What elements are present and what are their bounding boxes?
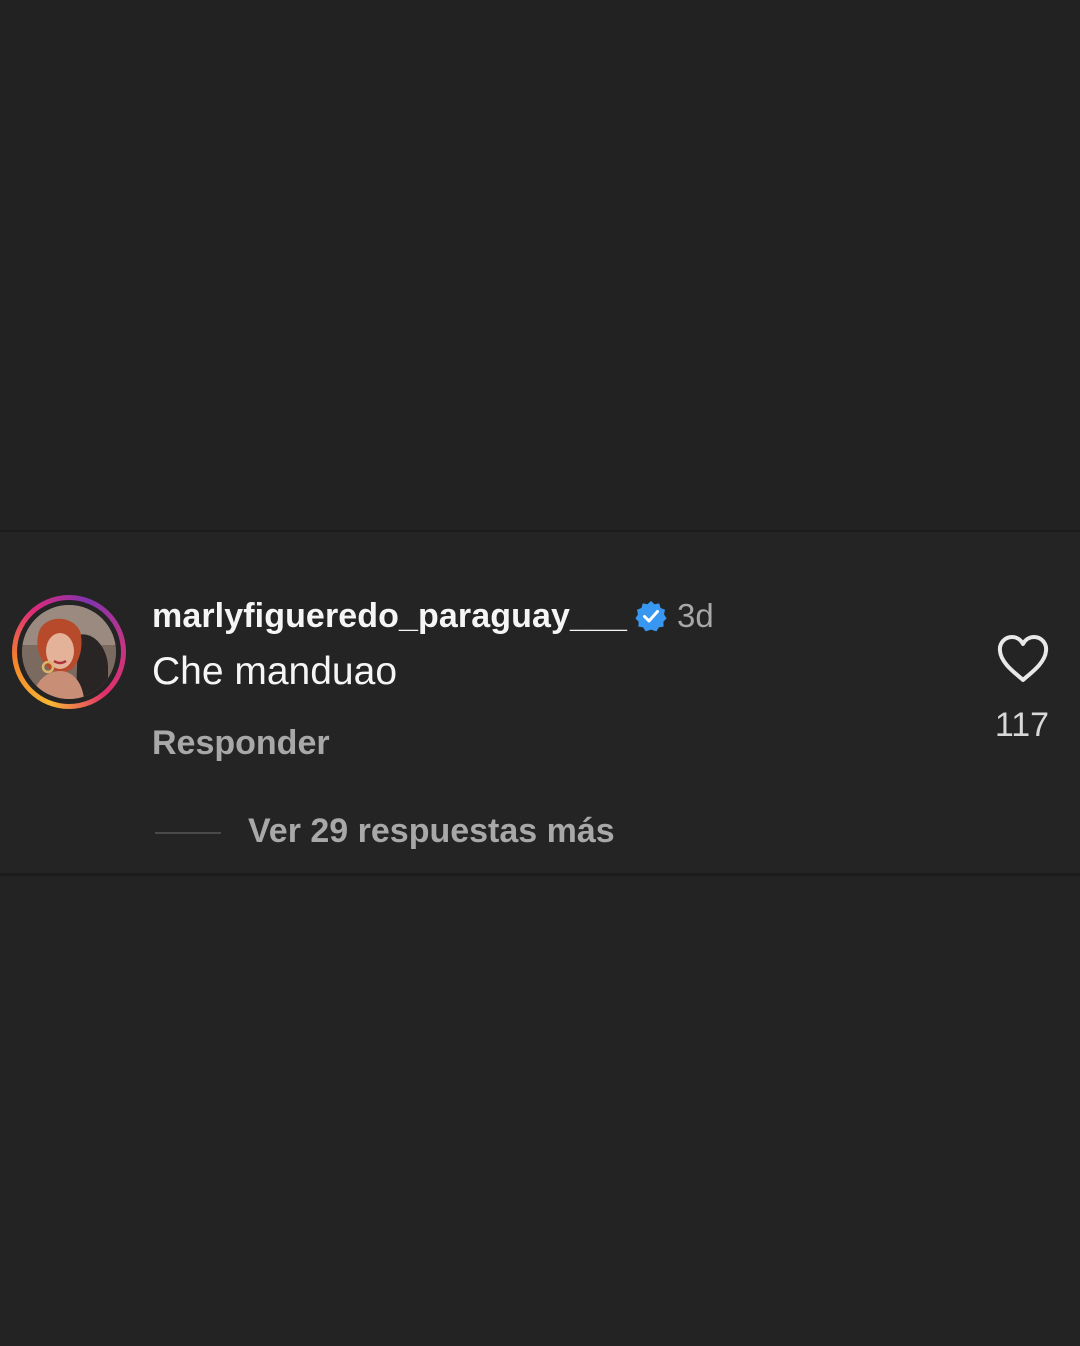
reply-button[interactable]: Responder: [152, 724, 330, 763]
like-count: 117: [994, 706, 1050, 744]
replies-divider-line: [155, 832, 221, 834]
username-link[interactable]: marlyfigueredo_paraguay___: [152, 597, 627, 636]
comment-item: marlyfigueredo_paraguay___ 3d Che mandua…: [0, 530, 1080, 876]
avatar-story-ring[interactable]: [12, 595, 126, 709]
heart-icon[interactable]: [996, 634, 1050, 684]
avatar[interactable]: [22, 605, 116, 699]
comment-header: marlyfigueredo_paraguay___ 3d: [152, 594, 714, 638]
timestamp: 3d: [677, 597, 714, 634]
avatar-image: [22, 605, 116, 699]
comment-text: Che manduao: [152, 650, 398, 693]
content-area-bottom: [0, 876, 1080, 1346]
verified-badge-icon: [635, 600, 667, 632]
view-replies-button[interactable]: Ver 29 respuestas más: [248, 812, 615, 851]
content-area-top: [0, 0, 1080, 530]
